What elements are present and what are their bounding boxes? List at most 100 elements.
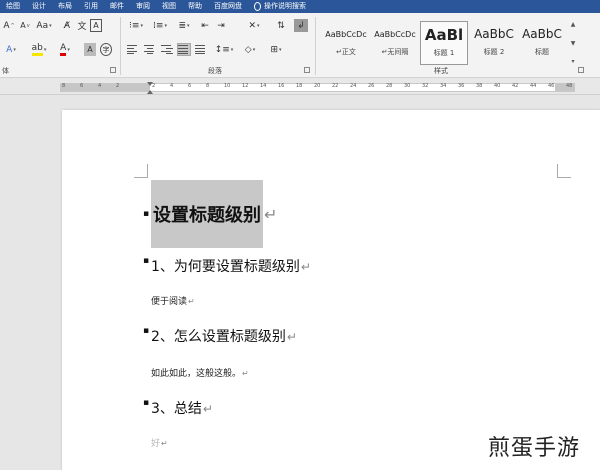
sort-icon[interactable]: ⇅ [274,19,288,32]
watermark-text: 煎蛋手游 [488,436,581,461]
chevron-up-icon[interactable]: ▲ [571,21,576,28]
menu-help[interactable]: 帮助 [182,0,208,13]
paragraph-mark: ↵ [286,330,297,344]
ruler-tick-label: 34 [440,83,447,89]
bullets-button[interactable]: ⁝≡ ▾ [126,19,146,32]
ruler-tick-label: 4 [170,83,174,89]
borders-button[interactable]: ⊞ ▾ [266,43,286,56]
hanging-indent-marker[interactable] [147,90,153,94]
ruler-tick-label: 22 [332,83,339,89]
ruler-tick-label: 16 [278,83,285,89]
font-dialog-launcher[interactable] [110,67,116,73]
style-normal[interactable]: AaBbCcDc ↵正文 [322,21,370,65]
justify-icon[interactable] [177,43,191,56]
heading-1-paragraph[interactable]: ▪ 设置标题级别 ↵ [143,180,278,248]
menu-mailings[interactable]: 邮件 [104,0,130,13]
section-1-body[interactable]: 便于阅读↵ [151,294,195,307]
document-area: ▪ 设置标题级别 ↵ ▪ 1、为何要设置标题级别↵ 便于阅读↵ ▪ 2、怎么设置… [0,96,600,470]
paragraph-mark: ↵ [161,439,168,448]
separator [315,17,316,75]
heading-1-text: 设置标题级别 [153,205,261,226]
ruler-tick-label: 24 [350,83,357,89]
character-border-icon[interactable]: A [90,19,102,32]
crop-mark [557,164,571,178]
section-3-heading[interactable]: ▪ 3、总结↵ [143,398,213,418]
font-color-button[interactable]: A ▾ [56,43,74,56]
style-no-spacing[interactable]: AaBbCcDc ↵无间隔 [371,21,419,65]
ruler-tick-label: 8 [62,83,66,89]
ruler-tick-label: 14 [260,83,267,89]
ruler-tick-label: 26 [368,83,375,89]
ruler-tick-label: 18 [296,83,303,89]
style-title[interactable]: AaBbC 标题 [518,21,566,65]
font-size-increase-button[interactable]: A ^ [2,19,16,32]
paragraph-mark: ↵ [242,369,249,378]
horizontal-ruler[interactable]: 8 6 4 2 2 4 6 8 10 12 14 16 18 20 22 24 26 28 30 32 34 36 38 40… [0,79,600,95]
section-2-body[interactable]: 如此如此，这般这般。↵ [151,366,249,379]
menu-design[interactable]: 设计 [26,0,52,13]
ruler-tick-label: 12 [242,83,249,89]
ruler-tick-label: 40 [494,83,501,89]
ruler-tick-label: 36 [458,83,465,89]
ruler-tick-label: 6 [188,83,192,89]
ruler-tick-label: 42 [512,83,519,89]
shading-button[interactable]: ◇ ▾ [240,43,260,56]
enclose-characters-icon[interactable]: 字 [100,43,112,56]
phonetic-guide-icon[interactable]: 文 [76,19,88,32]
styles-dialog-launcher[interactable] [578,67,584,73]
paragraph-mark: ↵ [188,297,195,306]
ruler-left-margin [60,84,150,91]
line-spacing-button[interactable]: ↕≡ ▾ [214,43,234,56]
change-case-button[interactable]: Aa ▾ [36,19,52,32]
clear-format-icon[interactable]: A̸ [60,19,74,32]
style-gallery-scroll[interactable]: ▲ ▼ ▾ [568,21,578,65]
highlight-color-button[interactable]: ab ▾ [30,43,48,56]
ruler-tick-label: 10 [224,83,231,89]
crop-mark [134,164,148,178]
align-center-icon[interactable] [143,43,157,56]
paragraph-bullet: ▪ [143,326,150,336]
ruler-tick-label: 8 [206,83,210,89]
tell-me-search[interactable]: 操作说明搜索 [264,0,312,13]
section-1-heading[interactable]: ▪ 1、为何要设置标题级别↵ [143,256,311,276]
menu-view[interactable]: 视图 [156,0,182,13]
paragraph-dialog-launcher[interactable] [304,67,310,73]
character-shading-icon[interactable]: A [84,43,96,56]
menu-references[interactable]: 引用 [78,0,104,13]
distributed-align-icon[interactable] [194,43,208,56]
lightbulb-icon [254,2,261,11]
ribbon: A ^ Av Aa ▾ A̸ 文 A A ▾ ab ▾ A ▾ A 字 体 ⁝≡ ▾ ⁞≡ ▾… [0,13,600,78]
ruler-tick-label: 20 [314,83,321,89]
font-size-decrease-button[interactable]: Av [18,19,32,32]
section-3-body[interactable]: 好↵ [151,436,168,449]
multilevel-list-button[interactable]: ≣ ▾ [174,19,194,32]
menu-baidu-netdisk[interactable]: 百度网盘 [208,0,248,13]
section-2-heading[interactable]: ▪ 2、怎么设置标题级别↵ [143,326,297,346]
text-effects-button[interactable]: A ▾ [2,43,20,56]
paragraph-mark: ↵ [264,204,278,224]
menu-draw[interactable]: 绘图 [0,0,26,13]
section-2-heading-text: 2、怎么设置标题级别 [151,329,286,345]
menu-review[interactable]: 审阅 [130,0,156,13]
paragraph-bullet: ▪ [143,256,150,266]
show-formatting-marks-icon[interactable]: ↲ [294,19,308,32]
chinese-layout-button[interactable]: ✕ ▾ [244,19,264,32]
numbering-button[interactable]: ⁞≡ ▾ [150,19,170,32]
document-page[interactable]: ▪ 设置标题级别 ↵ ▪ 1、为何要设置标题级别↵ 便于阅读↵ ▪ 2、怎么设置… [62,110,600,470]
chevron-down-icon[interactable]: ▼ [571,40,576,47]
decrease-indent-icon[interactable]: ⇤ [198,19,212,32]
ruler-track: 8 6 4 2 2 4 6 8 10 12 14 16 18 20 22 24 26 28 30 32 34 36 38 40… [60,82,575,94]
ruler-tick-label: 48 [566,83,573,89]
ruler-tick-label: 44 [530,83,537,89]
more-styles-icon[interactable]: ▾ [571,58,574,65]
increase-indent-icon[interactable]: ⇥ [214,19,228,32]
style-heading-1[interactable]: AaBl 标题 1 [420,21,468,65]
font-group-label: 体 [2,67,9,75]
align-left-icon[interactable] [126,43,140,56]
section-1-body-text: 便于阅读 [151,297,188,307]
align-right-icon[interactable] [160,43,174,56]
menu-layout[interactable]: 布局 [52,0,78,13]
paragraph-bullet: ▪ [143,398,150,408]
paragraph-mark: ↵ [300,260,311,274]
style-heading-2[interactable]: AaBbC 标题 2 [470,21,518,65]
